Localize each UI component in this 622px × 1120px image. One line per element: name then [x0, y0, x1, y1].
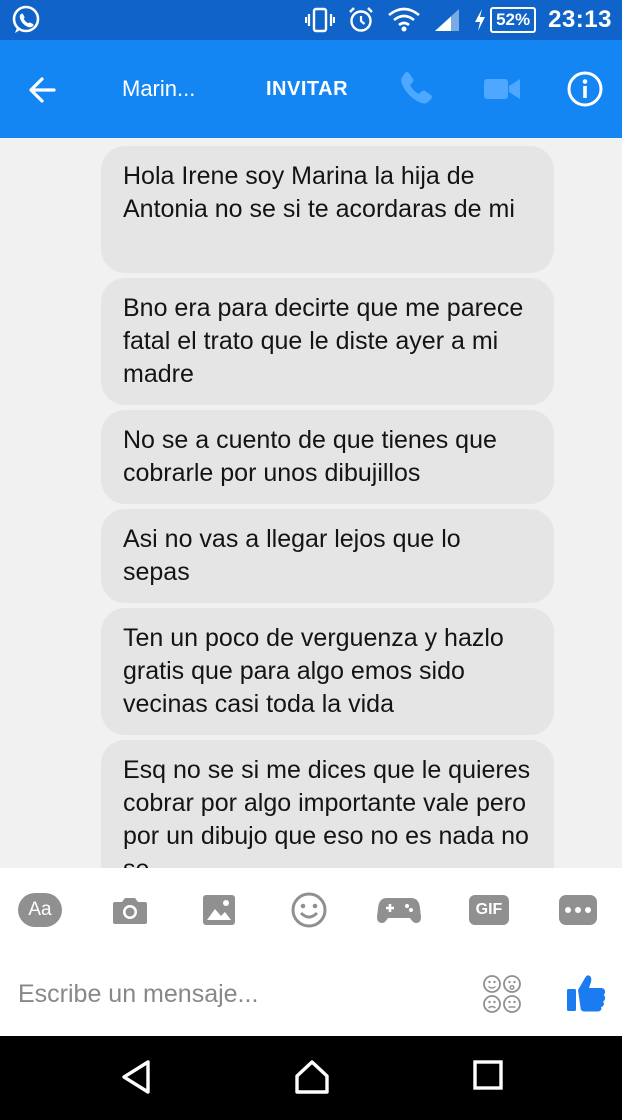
message-bubble[interactable]: Ten un poco de verguenza y hazlo gratis … — [101, 608, 554, 735]
message-bubble[interactable]: Bno era para decirte que me parece fatal… — [101, 278, 554, 405]
gamepad-icon[interactable] — [376, 890, 422, 930]
message-bubble[interactable]: Esq no se si me dices que le quieres cob… — [101, 740, 554, 868]
wifi-icon — [388, 7, 420, 32]
contact-name[interactable]: Marin... — [122, 76, 195, 102]
info-icon[interactable] — [565, 69, 605, 109]
message-bubble[interactable]: Hola Irene soy Marina la hija de Antonia… — [101, 146, 554, 273]
thumbs-up-icon[interactable] — [565, 972, 607, 1014]
text-style-icon[interactable]: Aa — [17, 890, 63, 930]
image-glyph — [203, 895, 235, 925]
whatsapp-icon — [12, 5, 40, 33]
charging-icon — [475, 9, 486, 31]
message-input[interactable]: Escribe un mensaje... — [18, 980, 258, 1009]
image-icon[interactable] — [196, 890, 242, 930]
message-bubble[interactable]: Asi no vas a llegar lejos que lo sepas — [101, 509, 554, 603]
signal-icon — [435, 9, 460, 31]
message-list[interactable]: Hola Irene soy Marina la hija de Antonia… — [0, 138, 622, 868]
vibrate-icon — [305, 7, 336, 33]
status-icons: 52% 23:13 — [305, 0, 612, 40]
gif-label: GIF — [469, 895, 509, 925]
emoji-glyph — [291, 892, 327, 928]
battery-indicator: 52% — [473, 7, 537, 33]
back-triangle-icon[interactable] — [118, 1058, 154, 1096]
video-camera-icon[interactable] — [482, 74, 522, 104]
status-bar: 52% 23:13 — [0, 0, 622, 40]
composer: Aa GIF Escribe un mensaje... — [0, 868, 622, 1036]
phone-icon[interactable] — [396, 68, 438, 110]
invite-button[interactable]: INVITAR — [266, 78, 348, 101]
gamepad-glyph — [377, 898, 421, 923]
message-bubble[interactable]: No se a cuento de que tienes que cobrarl… — [101, 410, 554, 504]
recents-icon[interactable] — [472, 1058, 504, 1092]
home-icon[interactable] — [293, 1058, 331, 1096]
conversation-header: Marin... INVITAR — [0, 40, 622, 138]
more-dots — [559, 895, 597, 925]
alarm-icon — [349, 7, 373, 32]
gif-icon[interactable]: GIF — [466, 890, 512, 930]
more-icon[interactable] — [555, 890, 601, 930]
emoji-picker-icon[interactable] — [482, 974, 522, 1014]
camera-glyph — [113, 898, 147, 924]
text-style-label: Aa — [18, 893, 62, 927]
battery-level: 52% — [490, 7, 537, 33]
navigation-bar — [0, 1036, 622, 1120]
camera-icon[interactable] — [107, 890, 153, 930]
emoji-icon[interactable] — [286, 890, 332, 930]
arrow-left-icon[interactable] — [22, 70, 66, 110]
clock: 23:13 — [548, 6, 612, 33]
